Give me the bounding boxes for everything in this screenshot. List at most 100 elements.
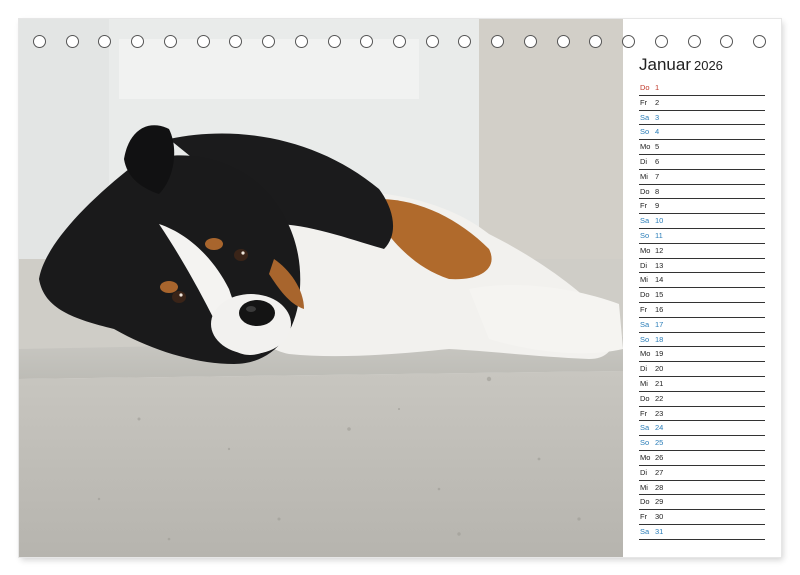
calendar-day-row: Mi 14 <box>639 273 765 289</box>
calendar-month: Januar <box>639 55 691 74</box>
binding-ring-icon <box>523 35 537 48</box>
day-weekday: Mo <box>640 142 651 152</box>
day-weekday: So <box>640 127 650 137</box>
calendar-day-list: Do 1 Fr 2 Sa 3 So 4 Mo 5 Di 6 Mi 7 Do 8 Fr 9 Sa 10 So 11 Mo 12 D… <box>639 81 765 540</box>
binding-ring-icon <box>425 35 439 48</box>
day-number: 23 <box>655 408 664 418</box>
calendar-day-row: Mo 19 <box>639 347 765 363</box>
day-weekday: Fr <box>640 304 648 314</box>
calendar-day-row: Do 1 <box>639 81 765 96</box>
calendar-day-row: Fr 30 <box>639 510 765 525</box>
day-weekday: Di <box>640 467 648 477</box>
dog-photo <box>19 19 623 557</box>
binding-ring-icon <box>393 35 406 48</box>
day-weekday: Mi <box>640 378 648 388</box>
day-number: 6 <box>655 156 660 166</box>
day-weekday: Fr <box>640 201 648 211</box>
calendar-day-row: Fr 16 <box>639 303 765 318</box>
day-number: 25 <box>655 438 664 448</box>
day-number: 2 <box>655 97 660 107</box>
day-weekday: Sa <box>640 526 650 536</box>
calendar-page: Januar 2026 Do 1 Fr 2 Sa 3 So 4 Mo 5 Di 6 Mi 7 Do 8 Fr 9 Sa… <box>19 19 781 557</box>
day-number: 15 <box>655 290 664 300</box>
binding-ring-icon <box>654 35 668 48</box>
day-number: 18 <box>655 334 664 344</box>
binding-ring-icon <box>262 35 276 48</box>
binding-ring-icon <box>65 35 79 48</box>
day-weekday: Mo <box>640 245 651 255</box>
calendar-day-row: Do 29 <box>639 495 765 511</box>
day-weekday: So <box>640 438 650 448</box>
calendar-day-row: Do 15 <box>639 288 765 303</box>
calendar-day-row: Sa 10 <box>639 214 765 229</box>
day-number: 19 <box>655 349 664 359</box>
calendar-panel: Januar 2026 Do 1 Fr 2 Sa 3 So 4 Mo 5 Di 6 Mi 7 Do 8 Fr 9 Sa… <box>623 19 781 557</box>
day-number: 5 <box>655 142 660 152</box>
calendar-day-row: Sa 24 <box>639 421 765 437</box>
day-number: 26 <box>655 452 664 462</box>
binding-ring-icon <box>556 35 570 48</box>
calendar-day-row: Fr 2 <box>639 96 765 111</box>
calendar-day-row: Mi 28 <box>639 481 765 496</box>
calendar-day-row: Di 6 <box>639 155 765 170</box>
day-number: 7 <box>655 171 660 181</box>
calendar-day-row: Mo 26 <box>639 451 765 466</box>
day-number: 27 <box>655 467 664 477</box>
day-weekday: Sa <box>640 216 650 226</box>
binding-ring-icon <box>33 35 46 48</box>
day-number: 30 <box>655 512 664 522</box>
day-weekday: Sa <box>640 112 650 122</box>
calendar-day-row: Mi 7 <box>639 170 765 185</box>
calendar-day-row: Di 27 <box>639 466 765 481</box>
calendar-day-row: Mo 12 <box>639 244 765 259</box>
day-weekday: So <box>640 334 650 344</box>
calendar-day-row: Do 8 <box>639 185 765 200</box>
calendar-day-row: Sa 17 <box>639 318 765 333</box>
binding-ring-icon <box>327 35 341 48</box>
day-weekday: Mo <box>640 452 651 462</box>
binding-rings <box>0 14 800 48</box>
dog-photo-illustration <box>19 19 623 557</box>
binding-ring-icon <box>294 35 308 48</box>
calendar-day-row: Mo 5 <box>639 140 765 155</box>
day-weekday: Fr <box>640 408 648 418</box>
day-number: 12 <box>655 245 664 255</box>
day-number: 13 <box>655 260 664 270</box>
calendar-day-row: So 4 <box>639 125 765 141</box>
day-number: 11 <box>655 230 663 240</box>
day-weekday: Fr <box>640 512 648 522</box>
calendar-day-row: Sa 3 <box>639 111 765 126</box>
day-number: 22 <box>655 393 664 403</box>
day-number: 29 <box>655 497 664 507</box>
day-weekday: Sa <box>640 423 650 433</box>
day-weekday: Do <box>640 186 650 196</box>
day-weekday: Do <box>640 497 650 507</box>
day-number: 28 <box>655 482 664 492</box>
day-weekday: Sa <box>640 319 650 329</box>
day-number: 20 <box>655 364 664 374</box>
calendar-day-row: So 25 <box>639 436 765 451</box>
day-number: 3 <box>655 112 660 122</box>
day-weekday: So <box>640 230 650 240</box>
day-number: 14 <box>655 275 664 285</box>
day-weekday: Di <box>640 364 648 374</box>
day-number: 21 <box>655 378 664 388</box>
calendar-day-row: Di 20 <box>639 362 765 377</box>
day-number: 8 <box>655 186 660 196</box>
calendar-header: Januar 2026 <box>639 55 723 75</box>
binding-ring-icon <box>622 35 636 48</box>
calendar-year: 2026 <box>693 58 723 73</box>
day-number: 10 <box>655 216 664 226</box>
binding-ring-icon <box>196 35 210 48</box>
day-number: 24 <box>655 423 664 433</box>
calendar-day-row: Fr 23 <box>639 407 765 422</box>
day-number: 16 <box>655 304 664 314</box>
calendar-day-row: Fr 9 <box>639 199 765 215</box>
calendar-day-row: Do 22 <box>639 392 765 407</box>
binding-ring-icon <box>163 35 177 48</box>
calendar-day-row: Di 13 <box>639 259 765 274</box>
day-weekday: Di <box>640 156 648 166</box>
day-weekday: Fr <box>640 97 648 107</box>
day-number: 1 <box>655 83 660 92</box>
day-weekday: Do <box>640 393 650 403</box>
